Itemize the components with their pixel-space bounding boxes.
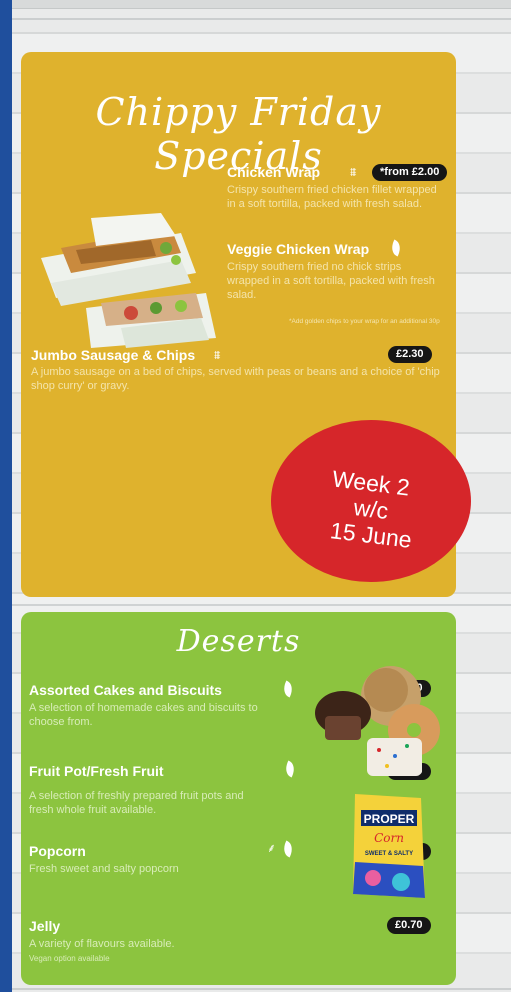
popcorn-bag-image: PROPER Corn SWEET & SALTY (353, 794, 425, 898)
veggie-wrap-name: Veggie Chicken Wrap (227, 241, 370, 257)
fruit-desc: A selection of freshly prepared fruit po… (29, 790, 244, 816)
chicken-icon: ⩩ (214, 348, 221, 362)
popcorn-flavour: SWEET & SALTY (365, 851, 413, 857)
popcorn-sub: Corn (374, 831, 404, 845)
brand-side-bar (0, 0, 12, 992)
wood-grain (0, 988, 511, 990)
wrap-chips-note: *Add golden chips to your wrap for an ad… (289, 318, 440, 325)
jumbo-sausage-desc: A jumbo sausage on a bed of chips, serve… (31, 366, 440, 392)
cakes-image (315, 666, 440, 776)
wrap-image (41, 213, 216, 348)
popcorn-name: Popcorn (29, 843, 86, 859)
jelly-name: Jelly (29, 918, 61, 934)
jelly-desc: A variety of flavours available. (29, 938, 175, 950)
top-edge (12, 0, 511, 9)
chicken-wrap-name: Chicken Wrap (227, 164, 321, 180)
wheat-icon: ⸙ (267, 841, 277, 855)
fruit-name: Fruit Pot/Fresh Fruit (29, 763, 164, 779)
menu-page: Chippy Friday Specials Chicken Wrap ⩩ *f… (0, 0, 511, 992)
veggie-wrap-desc: Crispy southern fried no chick strips wr… (227, 261, 435, 301)
leaf-icon (388, 239, 404, 257)
wood-grain (0, 18, 511, 20)
jelly-vegan-note: Vegan option available (29, 954, 110, 963)
cakes-name: Assorted Cakes and Biscuits (29, 682, 222, 698)
week-badge: Week 2 w/c 15 June (271, 420, 471, 582)
chicken-icon: ⩩ (350, 165, 357, 179)
popcorn-desc: Fresh sweet and salty popcorn (29, 863, 179, 875)
wood-grain (0, 604, 511, 606)
chicken-wrap-desc: Crispy southern fried chicken fillet wra… (227, 184, 437, 210)
jumbo-sausage-price: £2.30 (388, 346, 432, 363)
cakes-desc: A selection of homemade cakes and biscui… (29, 702, 258, 728)
chicken-wrap-price: *from £2.00 (372, 164, 448, 181)
popcorn-brand: PROPER (364, 812, 415, 826)
jelly-price: £0.70 (387, 917, 431, 934)
desserts-panel: Deserts Assorted Cakes and Biscuits £0.7… (21, 612, 456, 985)
jumbo-sausage-name: Jumbo Sausage & Chips (31, 347, 196, 363)
leaf-icon (280, 840, 296, 858)
desserts-title: Deserts (176, 624, 301, 659)
